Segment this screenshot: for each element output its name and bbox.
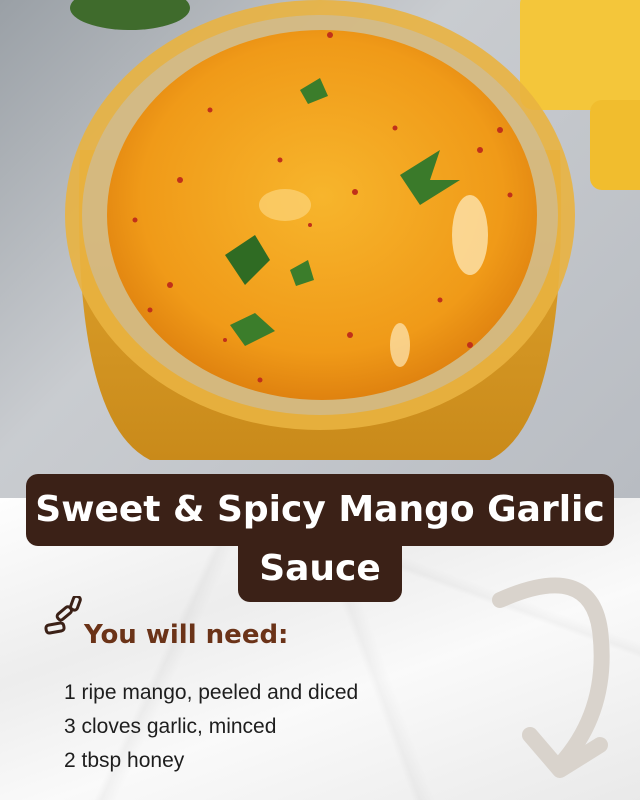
curved-arrow-icon (492, 577, 610, 778)
recipe-title-line-2: Sauce (238, 540, 402, 602)
mango-cube (590, 100, 640, 190)
herb-leaf (70, 0, 190, 30)
mango-cube (520, 0, 640, 110)
recipe-title-line-1: Sweet & Spicy Mango Garlic (26, 474, 614, 546)
ingredient-item: 3 cloves garlic, minced (64, 715, 277, 738)
ingredient-list: 1 ripe mango, peeled and diced 3 cloves … (64, 676, 358, 778)
ingredient-item: 1 ripe mango, peeled and diced (64, 681, 359, 704)
ingredient-item: 2 tbsp honey (64, 749, 185, 772)
sauce-jar-photo (0, 0, 640, 500)
sauce-jar-illustration (65, 0, 640, 460)
section-heading: You will need: (84, 620, 289, 650)
sparkle-icon (44, 596, 82, 635)
